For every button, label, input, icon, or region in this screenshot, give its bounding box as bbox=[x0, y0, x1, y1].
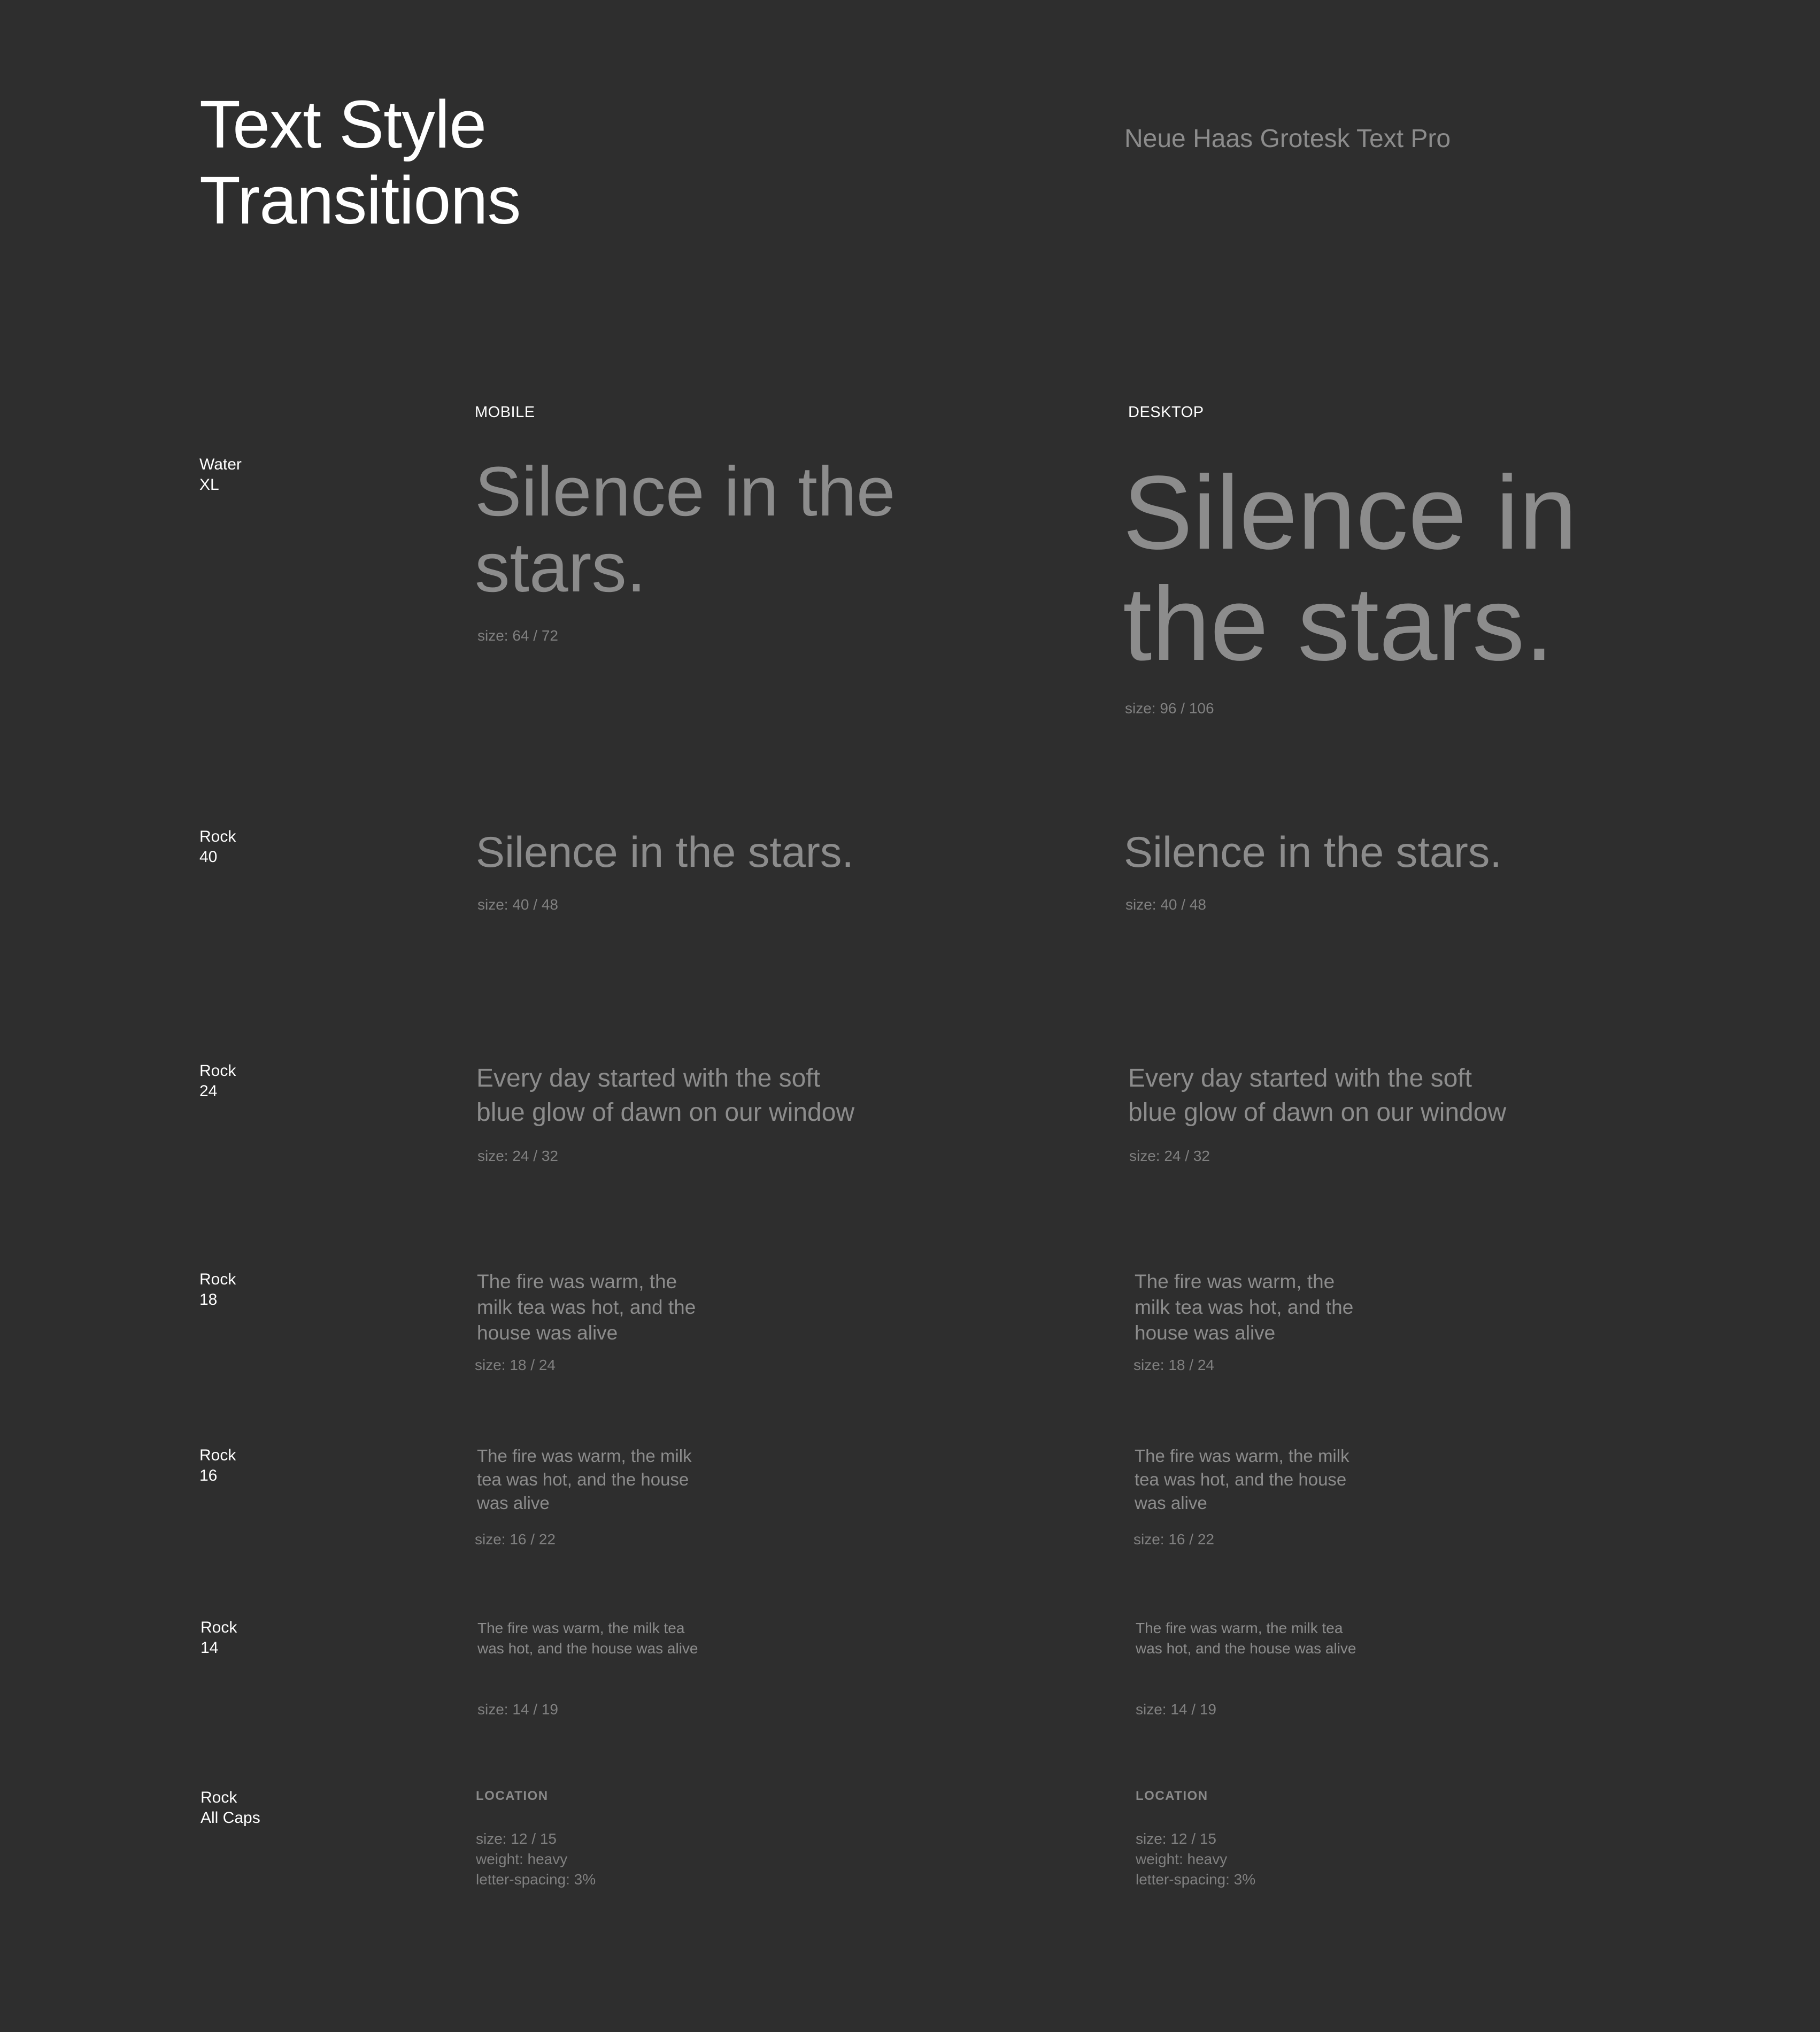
mobile-sample-rock-40: Silence in the stars. bbox=[476, 828, 854, 876]
mobile-meta-all-caps: size: 12 / 15 weight: heavy letter-spaci… bbox=[476, 1830, 596, 1888]
mobile-sample-rock-18: The fire was warm, the milk tea was hot,… bbox=[477, 1271, 696, 1344]
desktop-meta-rock-16: size: 16 / 22 bbox=[1133, 1531, 1214, 1548]
desktop-sample-all-caps: LOCATION bbox=[1136, 1789, 1208, 1803]
desktop-sample-water-xl: Silence in the stars. bbox=[1123, 454, 1577, 682]
column-header-mobile: MOBILE bbox=[475, 404, 535, 421]
desktop-sample-rock-40: Silence in the stars. bbox=[1124, 828, 1502, 876]
desktop-meta-all-caps: size: 12 / 15 weight: heavy letter-spaci… bbox=[1136, 1830, 1256, 1888]
mobile-sample-water-xl: Silence in the stars. bbox=[475, 452, 896, 606]
mobile-meta-rock-18: size: 18 / 24 bbox=[475, 1357, 556, 1373]
mobile-meta-rock-14: size: 14 / 19 bbox=[477, 1701, 558, 1718]
row-label-water-xl: Water XL bbox=[199, 456, 242, 494]
row-label-rock-40: Rock 40 bbox=[199, 828, 236, 866]
desktop-meta-rock-14: size: 14 / 19 bbox=[1136, 1701, 1216, 1718]
desktop-meta-rock-18: size: 18 / 24 bbox=[1133, 1357, 1214, 1373]
desktop-sample-rock-14: The fire was warm, the milk tea was hot,… bbox=[1136, 1620, 1356, 1657]
mobile-sample-rock-14: The fire was warm, the milk tea was hot,… bbox=[477, 1620, 698, 1657]
mobile-meta-rock-40: size: 40 / 48 bbox=[477, 896, 558, 913]
desktop-meta-rock-24: size: 24 / 32 bbox=[1129, 1148, 1210, 1164]
mobile-meta-rock-16: size: 16 / 22 bbox=[475, 1531, 556, 1548]
row-label-rock-all-caps: Rock All Caps bbox=[200, 1789, 260, 1827]
mobile-sample-rock-24: Every day started with the soft blue glo… bbox=[476, 1064, 855, 1127]
mobile-meta-water-xl: size: 64 / 72 bbox=[477, 627, 558, 644]
row-label-rock-14: Rock 14 bbox=[200, 1619, 237, 1657]
mobile-sample-all-caps: LOCATION bbox=[476, 1789, 549, 1803]
desktop-meta-water-xl: size: 96 / 106 bbox=[1125, 700, 1214, 717]
desktop-sample-rock-16: The fire was warm, the milk tea was hot,… bbox=[1135, 1446, 1349, 1513]
row-label-rock-18: Rock 18 bbox=[199, 1271, 236, 1309]
row-label-rock-16: Rock 16 bbox=[199, 1446, 236, 1484]
mobile-sample-rock-16: The fire was warm, the milk tea was hot,… bbox=[477, 1446, 692, 1513]
row-label-rock-24: Rock 24 bbox=[199, 1062, 236, 1100]
page-title: Text Style Transitions bbox=[199, 87, 521, 238]
desktop-meta-rock-40: size: 40 / 48 bbox=[1125, 896, 1206, 913]
mobile-meta-rock-24: size: 24 / 32 bbox=[477, 1148, 558, 1164]
font-family-name: Neue Haas Grotesk Text Pro bbox=[1124, 125, 1451, 153]
column-header-desktop: DESKTOP bbox=[1128, 404, 1204, 421]
desktop-sample-rock-24: Every day started with the soft blue glo… bbox=[1128, 1064, 1507, 1127]
desktop-sample-rock-18: The fire was warm, the milk tea was hot,… bbox=[1135, 1271, 1354, 1344]
